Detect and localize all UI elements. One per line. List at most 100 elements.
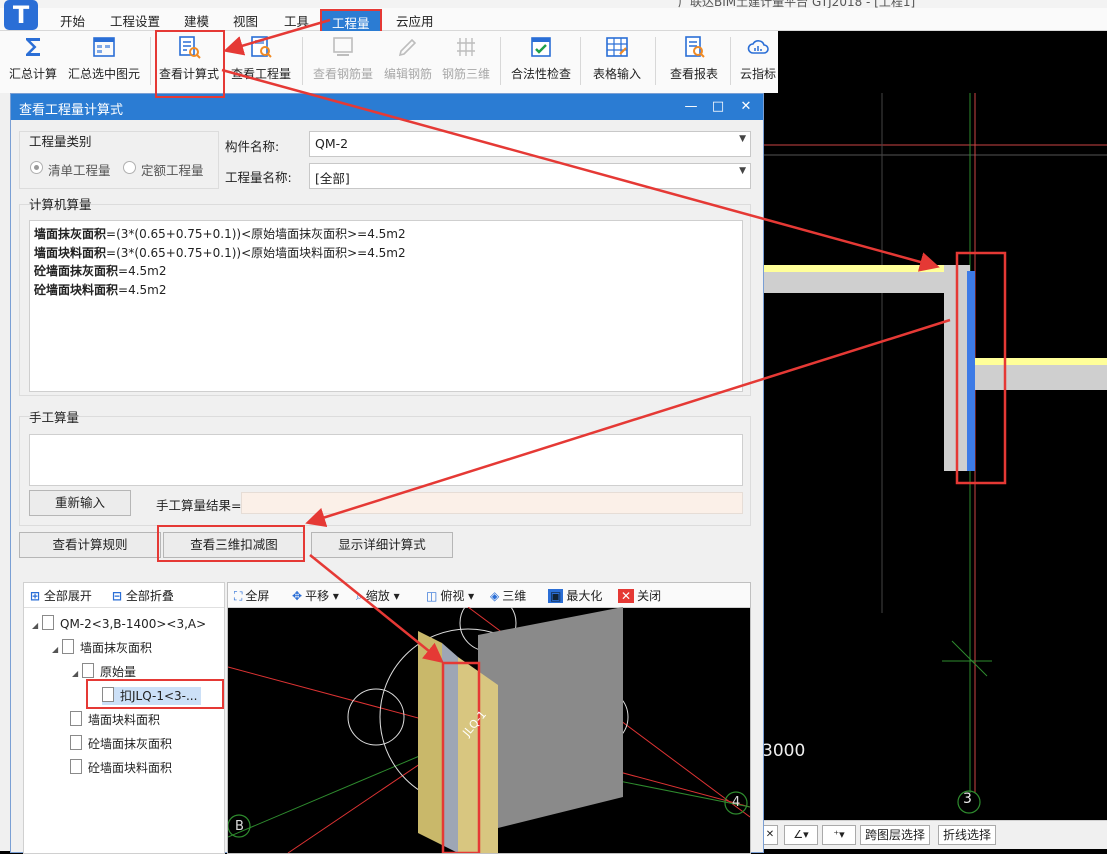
document-icon bbox=[42, 615, 54, 630]
tab-project-settings[interactable]: 工程设置 bbox=[110, 11, 160, 30]
formula-line: 砼墙面抹灰面积=4.5m2 bbox=[34, 264, 167, 278]
annotation-highlight-box bbox=[157, 525, 305, 562]
report-icon bbox=[685, 36, 705, 58]
manual-result-label: 手工算量结果= bbox=[156, 498, 242, 513]
quota-quantity-label: 定额工程量 bbox=[141, 163, 204, 178]
collapse-all-button[interactable]: ⊟ 全部折叠 bbox=[112, 587, 174, 604]
maximize-icon[interactable]: □ bbox=[708, 97, 728, 117]
tab-start[interactable]: 开始 bbox=[60, 11, 85, 30]
deduction-tree-panel: ⊞ 全部展开 ⊟ 全部折叠 ◢ QM-2<3,B-1400><3,A> ◢ 墙面抹灰… bbox=[23, 582, 225, 854]
tab-view[interactable]: 视图 bbox=[233, 11, 258, 30]
quantity-name-label: 工程量名称: bbox=[225, 170, 292, 185]
edit-rebar-button[interactable]: 编辑钢筋 bbox=[380, 35, 436, 91]
deduction-3d-viewer[interactable]: ⛶ 全屏 ✥ 平移 ▾ ⌕ 缩放 ▾ ◫ 俯视 ▾ ◈ 三维 ▣ 最大化 ✕ 关闭 bbox=[227, 582, 751, 854]
tab-modeling[interactable]: 建模 bbox=[184, 11, 209, 30]
quantity-name-select[interactable]: [全部] ▼ bbox=[309, 163, 751, 189]
cross-layer-select-button[interactable]: 跨图层选择 bbox=[860, 825, 931, 845]
sum-selected-icon bbox=[93, 37, 115, 57]
show-detail-formula-button[interactable]: 显示详细计算式 bbox=[311, 532, 453, 558]
tree-root-node[interactable]: ◢ QM-2<3,B-1400><3,A> bbox=[32, 615, 206, 633]
close-icon[interactable]: ✕ bbox=[736, 97, 756, 117]
cad-selected-wall-face bbox=[967, 271, 975, 471]
view-quantity-icon bbox=[251, 36, 272, 58]
pan-icon: ✥ bbox=[292, 589, 303, 603]
view-report-button[interactable]: 查看报表 bbox=[664, 35, 724, 91]
tab-tools[interactable]: 工具 bbox=[284, 11, 309, 30]
viewer-orbit-ring bbox=[347, 688, 405, 746]
collapse-icon: ⊟ bbox=[112, 589, 123, 603]
tree-toolbar: ⊞ 全部展开 ⊟ 全部折叠 bbox=[24, 583, 224, 608]
validity-check-button[interactable]: 合法性检查 bbox=[508, 35, 574, 91]
formula-line: 墙面抹灰面积=(3*(0.65+0.75+0.1))<原始墙面抹灰面积>=4.5… bbox=[34, 227, 406, 241]
expand-all-button[interactable]: ⊞ 全部展开 bbox=[30, 587, 92, 604]
cad-status-bar: ✕ ∠▾ ⁺▾ 跨图层选择 折线选择 bbox=[762, 820, 1107, 849]
cad-beam-top bbox=[762, 265, 962, 272]
dialog-title-bar[interactable]: 查看工程量计算式 — □ ✕ bbox=[11, 94, 763, 120]
menu-bar: 开始 工程设置 建模 视图 工具 工程量 云应用 bbox=[0, 8, 1107, 36]
reinput-button[interactable]: 重新输入 bbox=[29, 490, 131, 516]
annotation-highlight-box bbox=[155, 30, 225, 98]
annotation-highlight-box bbox=[86, 679, 224, 709]
tree-node[interactable]: 砼墙面块料面积 bbox=[70, 759, 172, 777]
zoom-button[interactable]: ⌕ 缩放 ▾ bbox=[356, 587, 400, 604]
top-view-icon: ◫ bbox=[426, 589, 438, 603]
summary-selected-button[interactable]: 汇总选中图元 bbox=[66, 35, 142, 91]
viewer-toolbar: ⛶ 全屏 ✥ 平移 ▾ ⌕ 缩放 ▾ ◫ 俯视 ▾ ◈ 三维 ▣ 最大化 ✕ 关闭 bbox=[228, 583, 750, 608]
chevron-down-icon: ▼ bbox=[739, 134, 746, 144]
ribbon: 汇总计算 汇总选中图元 查看计算式 查看工程量 查看钢筋量 编辑钢筋 钢筋三维 … bbox=[0, 31, 780, 123]
manual-result-field[interactable] bbox=[241, 492, 743, 514]
status-close-icon[interactable]: ✕ bbox=[762, 825, 778, 845]
bill-quantity-radio[interactable] bbox=[30, 161, 43, 174]
view-calc-rules-button[interactable]: 查看计算规则 bbox=[19, 532, 161, 558]
minimize-icon[interactable]: — bbox=[681, 97, 701, 117]
table-input-button[interactable]: 表格输入 bbox=[588, 35, 646, 91]
fullscreen-button[interactable]: ⛶ 全屏 bbox=[234, 587, 269, 604]
viewer-wall-side bbox=[418, 631, 442, 845]
cad-drawing-area[interactable]: 3000 3 bbox=[762, 93, 1107, 851]
computer-calc-textarea[interactable]: 墙面抹灰面积=(3*(0.65+0.75+0.1))<原始墙面抹灰面积>=4.5… bbox=[29, 220, 743, 392]
sigma-icon bbox=[26, 38, 40, 56]
ribbon-separator bbox=[150, 37, 151, 85]
cloud-icon bbox=[747, 40, 769, 54]
cloud-indicator-button[interactable]: 云指标 bbox=[736, 35, 780, 91]
maximize-view-button[interactable]: ▣ 最大化 bbox=[548, 587, 602, 604]
table-input-icon bbox=[606, 37, 628, 57]
ribbon-separator bbox=[500, 37, 501, 85]
viewer-3d-canvas bbox=[228, 607, 750, 853]
zoom-icon: ⌕ bbox=[356, 589, 363, 603]
expand-icon: ⊞ bbox=[30, 589, 41, 603]
cad-canvas bbox=[762, 93, 1107, 814]
3d-view-button[interactable]: ◈ 三维 bbox=[490, 587, 526, 604]
quota-quantity-radio[interactable] bbox=[123, 161, 136, 174]
cube-icon: ◈ bbox=[490, 589, 500, 603]
ribbon-separator bbox=[730, 37, 731, 85]
document-icon bbox=[70, 759, 82, 774]
manual-calc-textarea[interactable] bbox=[29, 434, 743, 486]
rebar-3d-button[interactable]: 钢筋三维 bbox=[438, 35, 494, 91]
app-logo[interactable]: T bbox=[4, 0, 38, 30]
tree-node[interactable]: 砼墙面抹灰面积 bbox=[70, 735, 172, 753]
viewer-axis-b-label: B bbox=[235, 819, 244, 834]
polyline-select-button[interactable]: 折线选择 bbox=[938, 825, 997, 845]
summary-calc-button[interactable]: 汇总计算 bbox=[6, 35, 60, 91]
formula-line: 砼墙面块料面积=4.5m2 bbox=[34, 282, 167, 297]
close-view-button[interactable]: ✕ 关闭 bbox=[618, 587, 661, 604]
cad-dimension-text: 3000 bbox=[762, 741, 806, 761]
title-bar: 广联达BIM土建计量平台 GTJ2018 - [工程1] bbox=[0, 0, 1107, 9]
tree-node[interactable]: 墙面块料面积 bbox=[70, 711, 160, 729]
computer-calc-label: 计算机算量 bbox=[29, 197, 92, 212]
top-view-button[interactable]: ◫ 俯视 ▾ bbox=[426, 587, 474, 604]
expanded-arrow-icon: ◢ bbox=[72, 669, 79, 678]
view-quantity-button[interactable]: 查看工程量 bbox=[228, 35, 294, 91]
angle-snap-icon[interactable]: ∠▾ bbox=[784, 825, 818, 845]
view-rebar-quantity-button[interactable]: 查看钢筋量 bbox=[310, 35, 376, 91]
tab-cloud-apps[interactable]: 云应用 bbox=[396, 11, 434, 30]
quantity-category-label: 工程量类别 bbox=[29, 134, 92, 149]
tree-node[interactable]: ◢ 墙面抹灰面积 bbox=[52, 639, 152, 657]
pan-button[interactable]: ✥ 平移 ▾ bbox=[292, 587, 339, 604]
point-snap-icon[interactable]: ⁺▾ bbox=[822, 825, 856, 845]
ribbon-separator bbox=[580, 37, 581, 85]
component-name-select[interactable]: QM-2 ▼ bbox=[309, 131, 751, 157]
formula-line: 墙面块料面积=(3*(0.65+0.75+0.1))<原始墙面块料面积>=4.5… bbox=[34, 245, 406, 260]
document-icon bbox=[62, 639, 74, 654]
